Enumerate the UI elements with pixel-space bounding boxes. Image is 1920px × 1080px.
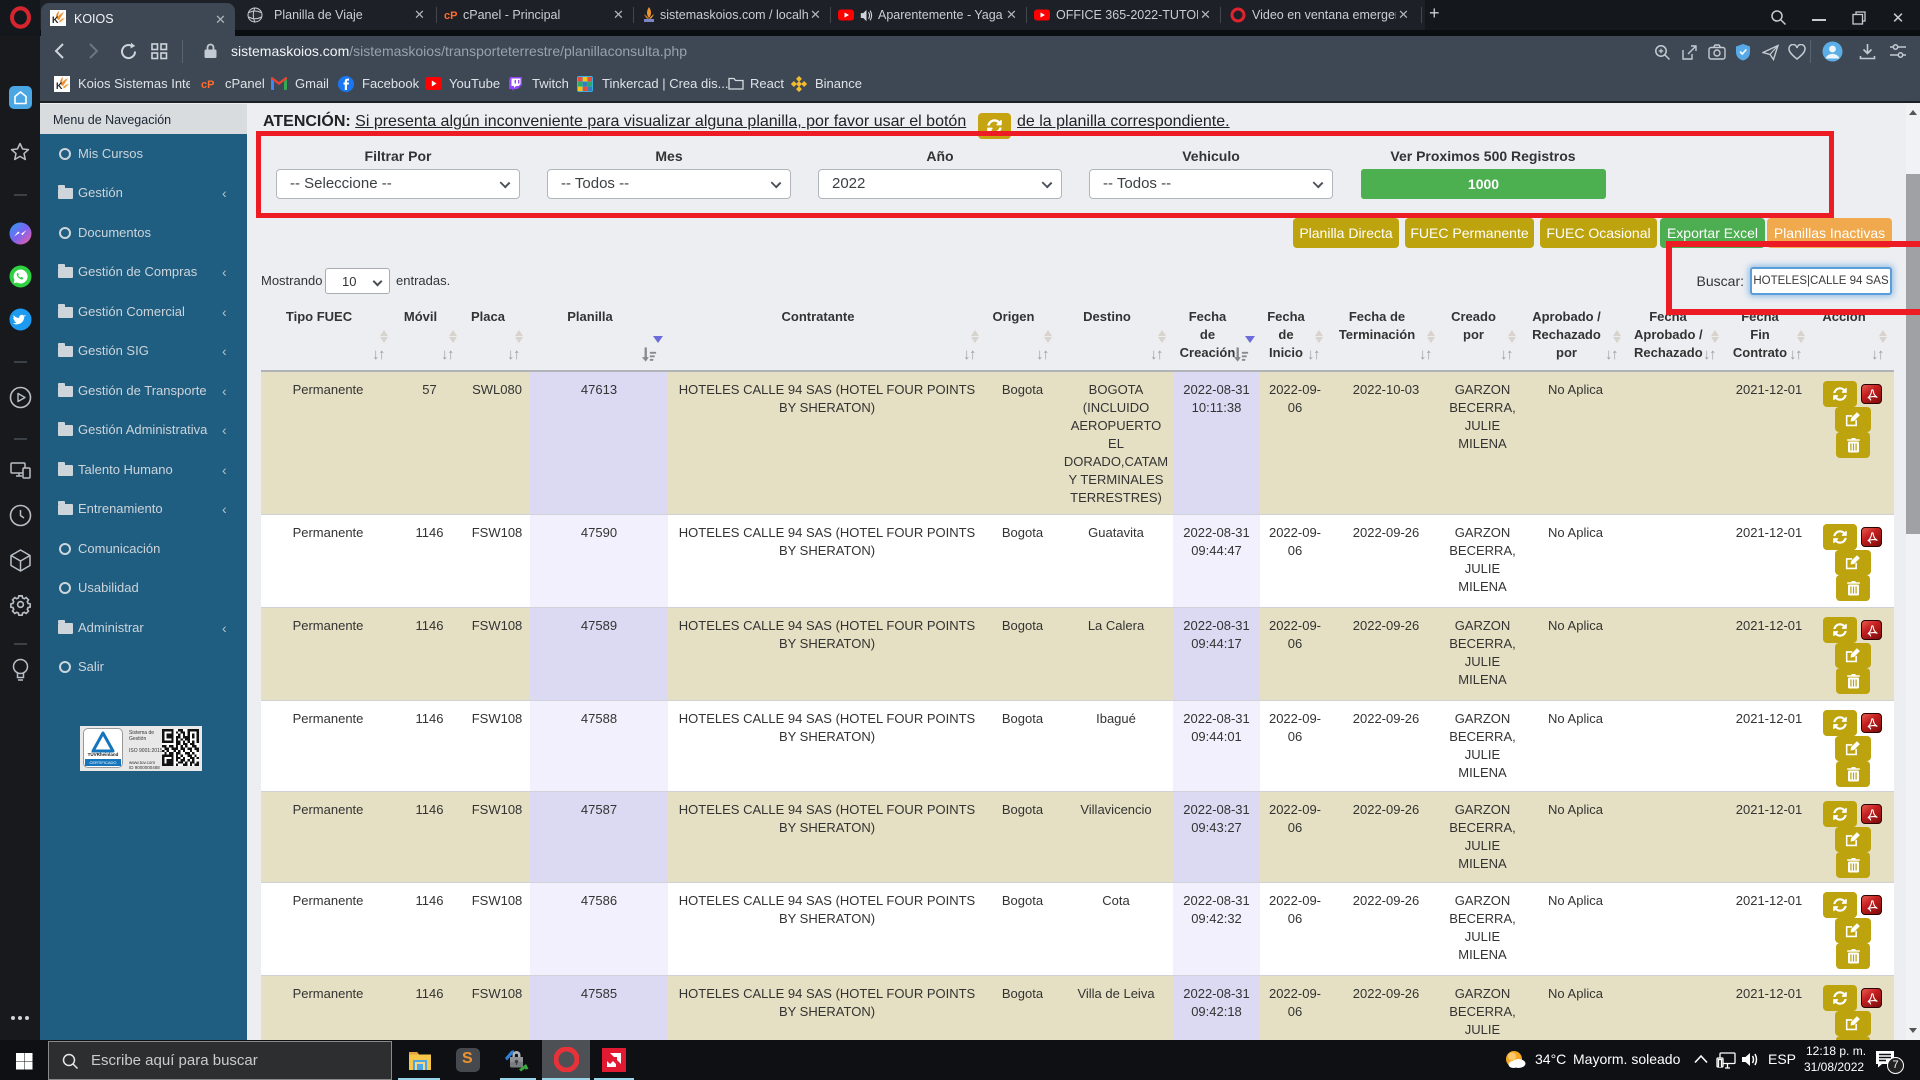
svg-text:K: K [56,81,63,91]
svg-text:K: K [52,15,59,25]
svg-text:cP: cP [201,79,214,91]
svg-text:cP: cP [444,10,457,22]
